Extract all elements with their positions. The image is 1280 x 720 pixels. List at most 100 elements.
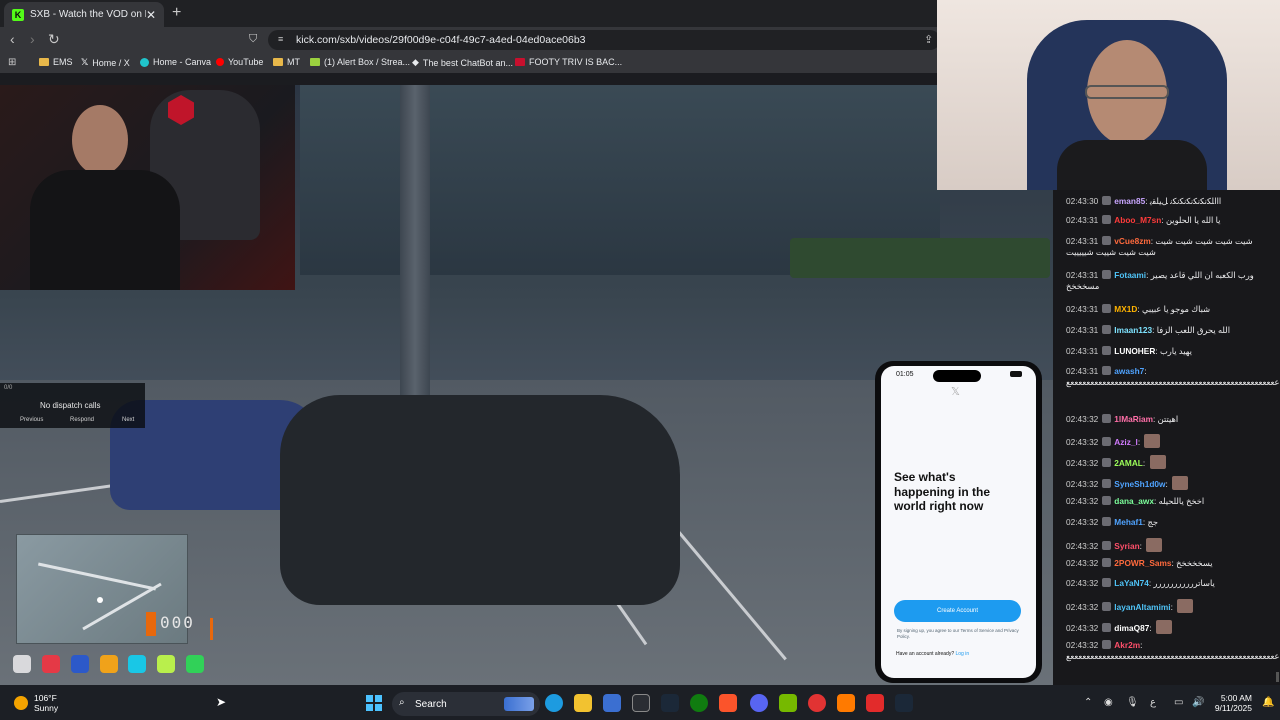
chat-username[interactable]: LUNOHER bbox=[1114, 346, 1155, 356]
badge-icon bbox=[1102, 479, 1112, 488]
microphone-icon[interactable]: 🎙 bbox=[1126, 697, 1139, 708]
bookmark-footy-triv[interactable]: FOOTY TRIV IS BAC... bbox=[515, 57, 622, 67]
badge-icon bbox=[1102, 458, 1112, 467]
chat-text: اهيتتن bbox=[1157, 414, 1179, 424]
obs-icon[interactable] bbox=[808, 694, 826, 712]
chat-username[interactable]: layanAltamimi bbox=[1114, 602, 1170, 612]
chat-username[interactable]: vCue8zm bbox=[1114, 236, 1150, 246]
already-text: Have an account already? bbox=[896, 651, 955, 657]
chat-username[interactable]: LaYaN74 bbox=[1114, 578, 1149, 588]
steam-icon-2[interactable] bbox=[895, 694, 913, 712]
app-icon[interactable] bbox=[837, 694, 855, 712]
bookmark-star-icon[interactable]: ⛉ bbox=[249, 33, 257, 46]
bookmark-youtube[interactable]: YouTube bbox=[216, 57, 263, 67]
emote-icon bbox=[1155, 620, 1172, 634]
chat-message: 02:43:32 SyneSh1d0w: bbox=[1066, 476, 1266, 490]
chat-username[interactable]: 1lMaRiam bbox=[1114, 414, 1153, 424]
back-icon[interactable]: ‹ bbox=[10, 31, 15, 47]
chat-username[interactable]: Aboo_M7sn bbox=[1114, 215, 1161, 225]
chat-username[interactable]: Syrian bbox=[1114, 541, 1139, 551]
chat-username[interactable]: dimaQ87 bbox=[1114, 623, 1149, 633]
chat-text: الله يحرق اللعب الزفا bbox=[1156, 325, 1231, 335]
bookmark-home-x[interactable]: 𝕏 Home / X bbox=[81, 57, 130, 68]
chat-username[interactable]: 2POWR_Sams bbox=[1114, 558, 1171, 568]
chat-message: 02:43:31 Fotaami: ورب الكعبه ان اللي قاعد… bbox=[1066, 270, 1262, 292]
terminal-icon[interactable] bbox=[632, 694, 650, 712]
bookmark-chatbot[interactable]: ◆ The best ChatBot an... bbox=[412, 57, 513, 68]
nvidia-icon[interactable] bbox=[779, 694, 797, 712]
x-logo-icon: 𝕏 bbox=[81, 57, 89, 67]
chat-username[interactable]: Fotaami bbox=[1114, 270, 1146, 280]
weather-widget[interactable]: 106°F Sunny bbox=[14, 693, 58, 713]
chat-message: 02:43:31 Imaan123: الله يحرق اللعب الزفا bbox=[1066, 325, 1266, 336]
badge-icon bbox=[1102, 602, 1112, 611]
volume-icon[interactable]: 🔊 bbox=[1192, 697, 1204, 708]
youtube-icon bbox=[216, 58, 224, 66]
chat-username[interactable]: 2AMAL bbox=[1114, 458, 1143, 468]
bookmark-ems[interactable]: EMS bbox=[39, 57, 73, 67]
taskbar-clock[interactable]: 5:00 AM 9/11/2025 bbox=[1208, 693, 1252, 713]
chat-message: 02:43:32 LaYaN74: ياساتررررررررررر bbox=[1066, 578, 1266, 589]
glasses bbox=[1085, 85, 1169, 99]
new-tab-button[interactable]: + bbox=[172, 4, 181, 22]
emote-icon bbox=[1149, 455, 1166, 469]
steam-icon[interactable] bbox=[661, 694, 679, 712]
forward-icon[interactable]: › bbox=[30, 31, 35, 47]
chat-timestamp: 02:43:32 bbox=[1066, 578, 1099, 588]
file-explorer-icon[interactable] bbox=[574, 694, 592, 712]
chat-colon: : bbox=[1165, 479, 1171, 489]
share-icon[interactable]: ⇪ bbox=[924, 33, 933, 46]
site-info-icon[interactable]: ≡ bbox=[278, 34, 283, 44]
chat-colon: : bbox=[1139, 541, 1145, 551]
chat-username[interactable]: eman85 bbox=[1114, 196, 1145, 206]
chat-colon: : bbox=[1149, 623, 1154, 633]
chat-text: ياساتررررررررررر bbox=[1153, 578, 1215, 588]
browser-tab[interactable]: K SXB - Watch the VOD on Kick ✕ bbox=[4, 2, 164, 27]
apps-grid-icon[interactable]: ⊞ bbox=[8, 57, 16, 68]
hud-shield-icon bbox=[71, 655, 89, 673]
bookmark-mt[interactable]: MT bbox=[273, 57, 300, 67]
notification-bell-icon[interactable]: 🔔 bbox=[1262, 697, 1274, 708]
chat-username[interactable]: Mehaf1 bbox=[1114, 517, 1143, 527]
chat-message: 02:43:32 layanAltamimi: bbox=[1066, 599, 1266, 613]
app-icon-2[interactable] bbox=[866, 694, 884, 712]
badge-icon bbox=[1102, 196, 1112, 205]
bookmark-canva[interactable]: Home - Canva bbox=[140, 57, 211, 67]
chat-username[interactable]: Akr2m bbox=[1114, 640, 1140, 650]
edge-icon[interactable] bbox=[545, 694, 563, 712]
badge-icon bbox=[1102, 640, 1112, 649]
microsoft-store-icon[interactable] bbox=[603, 694, 621, 712]
chat-username[interactable]: SyneSh1d0w bbox=[1114, 479, 1165, 489]
chat-colon: : bbox=[1137, 437, 1143, 447]
keyboard-language-icon[interactable]: ع bbox=[1150, 697, 1156, 708]
hud-armor-icon bbox=[13, 655, 31, 673]
brave-icon[interactable] bbox=[719, 694, 737, 712]
login-link[interactable]: Log in bbox=[955, 651, 969, 657]
x-logo-icon: 𝕏 bbox=[951, 386, 960, 398]
network-icon[interactable]: ▭ bbox=[1174, 697, 1183, 708]
discord-icon[interactable] bbox=[750, 694, 768, 712]
streamer-webcam bbox=[0, 85, 295, 290]
phone-battery-icon bbox=[1010, 371, 1022, 377]
chat-text: يسخخخخخ bbox=[1176, 558, 1213, 568]
chat-scrollbar[interactable] bbox=[1276, 672, 1279, 682]
create-account-button[interactable]: Create Account bbox=[894, 600, 1021, 622]
bookmark-alert-box[interactable]: (1) Alert Box / Strea... bbox=[310, 57, 410, 67]
chat-username[interactable]: Imaan123 bbox=[1114, 325, 1152, 335]
badge-icon bbox=[1102, 325, 1112, 334]
chat-message: 02:43:32 Syrian: bbox=[1066, 538, 1266, 552]
chat-text: شباك موجو يا عبيبي bbox=[1141, 304, 1211, 314]
reload-icon[interactable]: ↻ bbox=[48, 31, 60, 48]
hud-thirst-icon bbox=[128, 655, 146, 673]
tray-app-icon[interactable]: ◉ bbox=[1104, 697, 1113, 708]
chat-username[interactable]: awash7 bbox=[1114, 366, 1144, 376]
windows-start-icon[interactable] bbox=[366, 695, 382, 711]
dispatch-counter: 0/0 bbox=[4, 385, 13, 391]
close-tab-icon[interactable]: ✕ bbox=[146, 8, 156, 22]
xbox-icon[interactable] bbox=[690, 694, 708, 712]
chat-username[interactable]: dana_awx bbox=[1114, 496, 1154, 506]
chat-username[interactable]: MX1D bbox=[1114, 304, 1137, 314]
chat-message: 02:43:32 Aziz_l: bbox=[1066, 434, 1266, 448]
tray-overflow-icon[interactable]: ⌃ bbox=[1084, 697, 1092, 708]
chat-username[interactable]: Aziz_l bbox=[1114, 437, 1138, 447]
